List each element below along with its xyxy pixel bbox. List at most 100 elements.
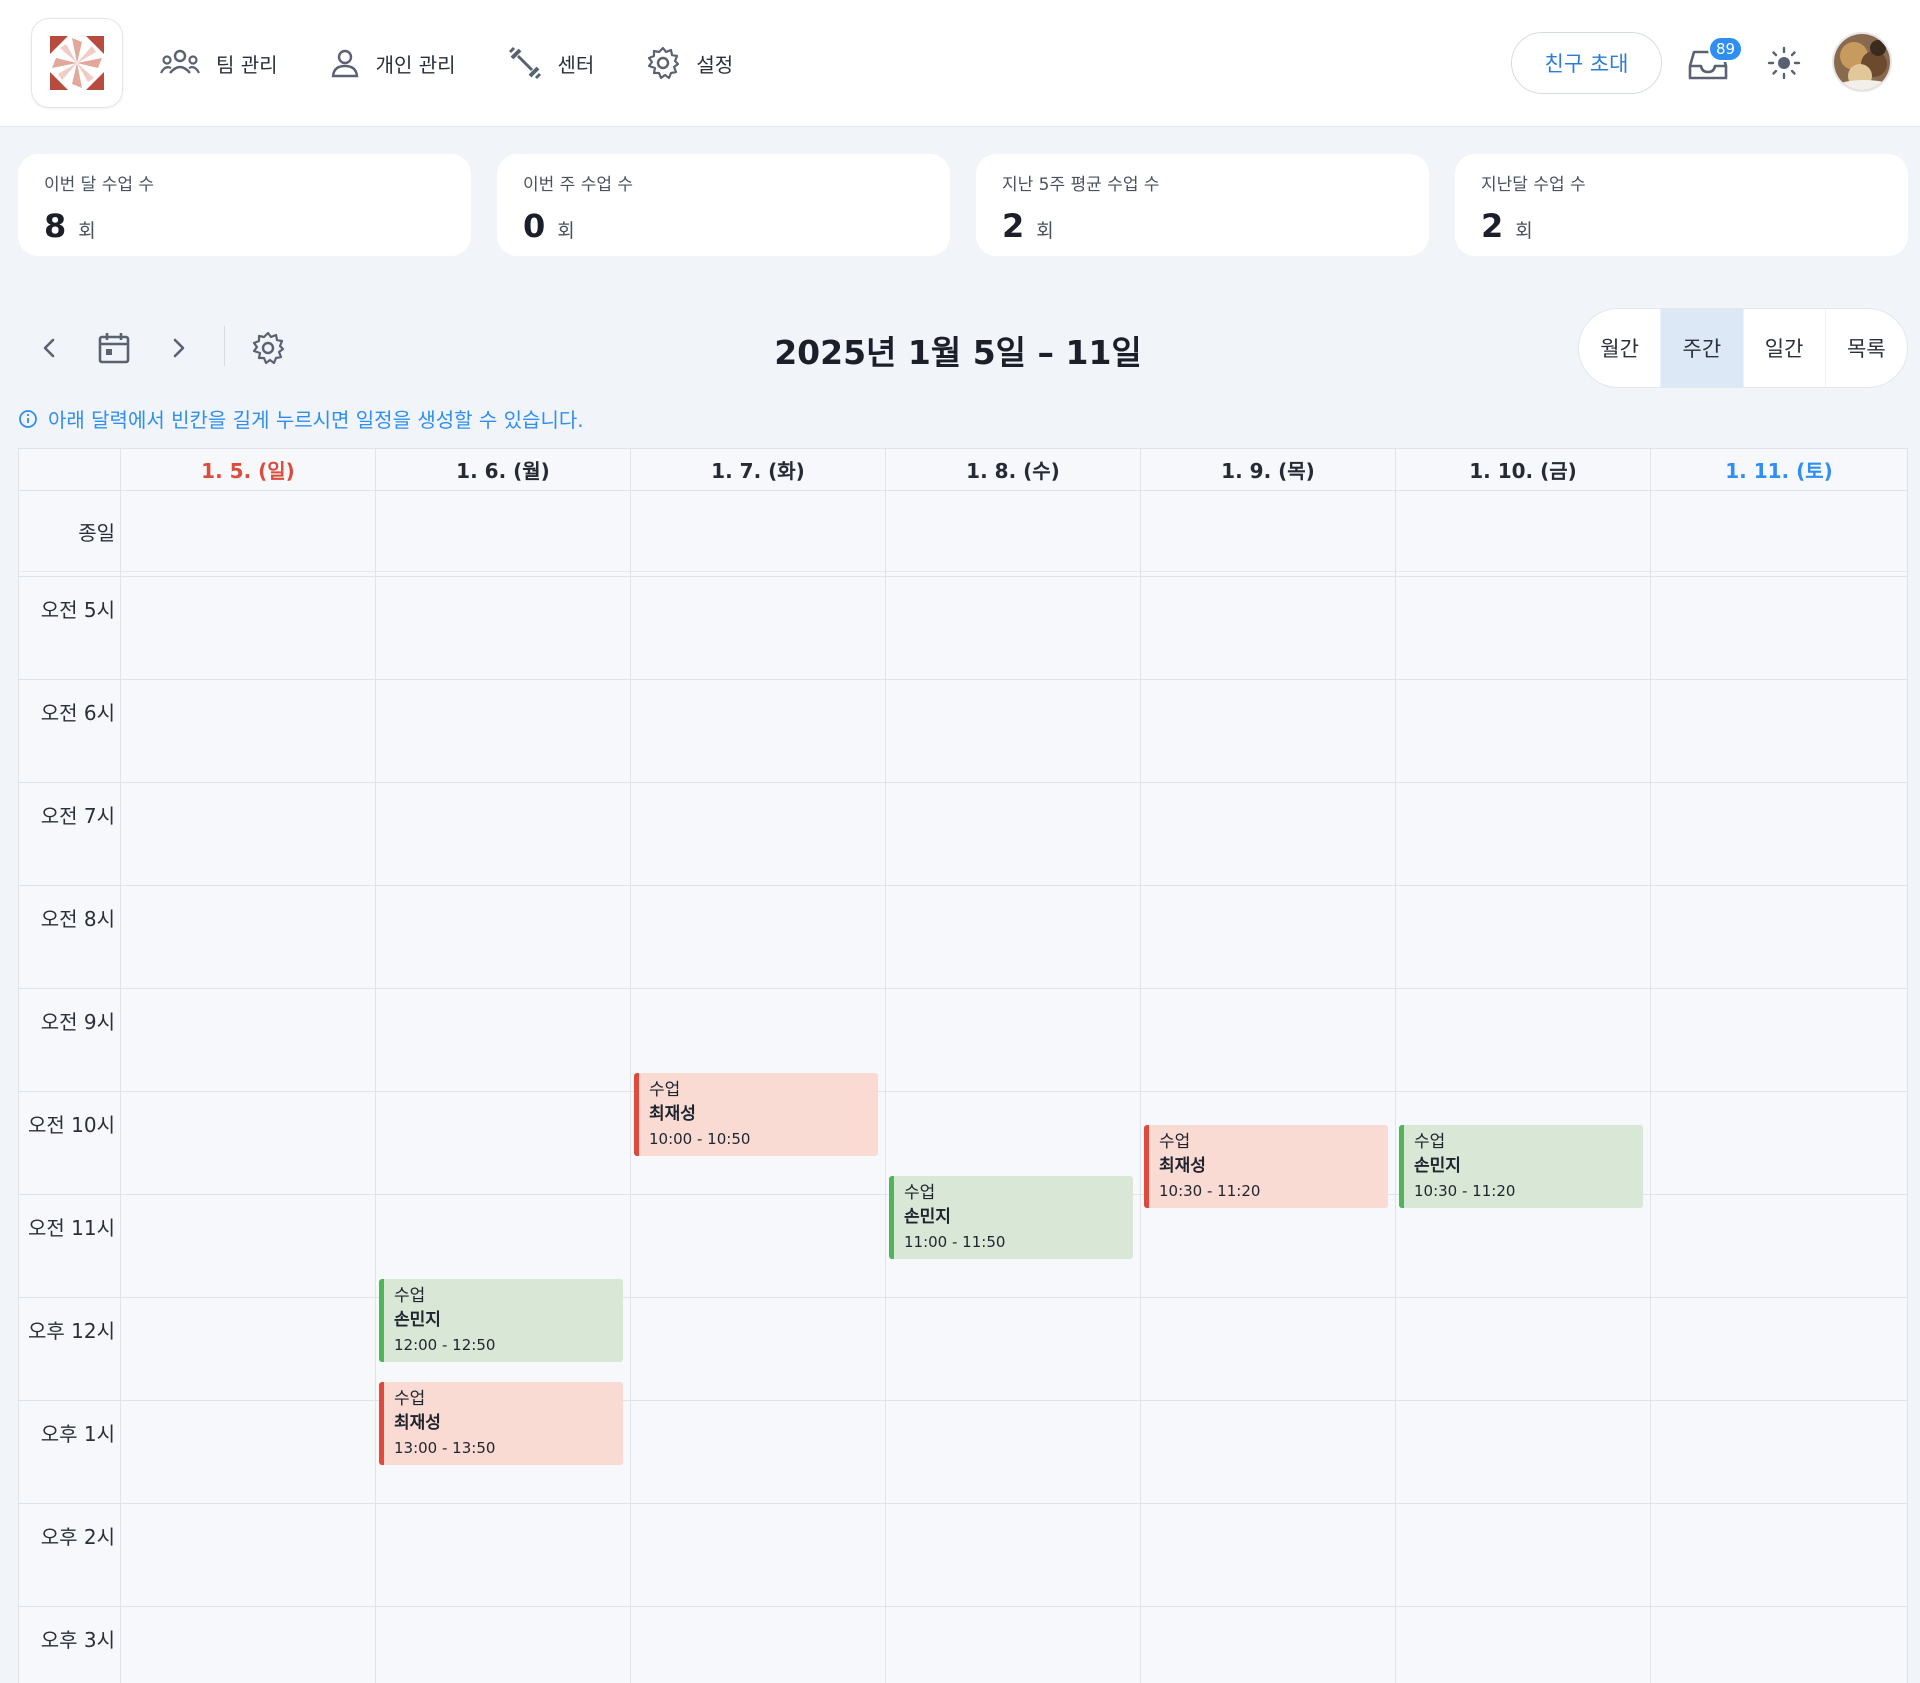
event-card[interactable]: 수업 최재성 10:30 - 11:20 [1144,1125,1388,1208]
grid-row-line [19,885,1907,886]
day-header-friday: 1. 10. (금) [1469,459,1577,483]
grid-row-line [19,1400,1907,1401]
team-icon [160,49,200,74]
grid-row-line [19,571,1907,572]
view-day-button[interactable]: 일간 [1744,309,1826,387]
stat-unit: 회 [1515,220,1533,242]
grid-column-line [375,449,376,1683]
info-icon [19,409,37,428]
grid-row-line [19,679,1907,680]
stat-unit: 회 [78,220,96,242]
user-avatar[interactable] [1832,32,1892,92]
nav-personal-management[interactable]: 개인 관리 [330,48,456,78]
grid-row-line [19,988,1907,989]
sun-icon [1767,46,1801,80]
event-time: 10:00 - 10:50 [649,1130,751,1148]
day-header-wednesday: 1. 8. (수) [966,459,1060,483]
event-member-name: 손민지 [1414,1156,1461,1176]
grid-row-line [19,490,1907,491]
grid-row-line [19,1503,1907,1504]
event-title: 수업 [649,1080,681,1100]
event-card[interactable]: 수업 손민지 10:30 - 11:20 [1399,1125,1643,1208]
hint-text: 아래 달력에서 빈칸을 길게 누르시면 일정을 생성할 수 있습니다. [48,408,584,432]
grid-column-line [1395,449,1396,1683]
event-member-name: 최재성 [394,1413,441,1433]
invite-friend-button[interactable]: 친구 초대 [1511,32,1662,94]
avatar-image [1834,34,1890,90]
event-card[interactable]: 수업 최재성 13:00 - 13:50 [379,1382,623,1465]
day-header-tuesday: 1. 7. (화) [711,459,805,483]
main-nav: 팀 관리 개인 관리 센터 설정 [160,40,785,86]
grid-column-line [1140,449,1141,1683]
stat-label: 이번 주 수업 수 [523,175,634,195]
app-logo[interactable] [31,18,123,108]
nav-center[interactable]: 센터 [508,46,594,80]
event-title: 수업 [1414,1132,1446,1152]
hour-label: 오후 1시 [40,1422,115,1446]
inbox-button[interactable]: 89 [1688,36,1744,82]
stat-label: 지난달 수업 수 [1481,175,1586,195]
hour-label: 오후 2시 [40,1525,115,1549]
week-calendar-grid[interactable]: 1. 5. (일) 1. 6. (월) 1. 7. (화) 1. 8. (수) … [18,448,1908,1683]
event-title: 수업 [394,1286,426,1306]
grid-row-line [19,1606,1907,1607]
hour-label: 오전 6시 [40,701,115,725]
event-member-name: 최재성 [1159,1156,1206,1176]
hour-label: 오전 7시 [40,804,115,828]
stat-value: 2 [1481,207,1504,245]
event-title: 수업 [394,1389,426,1409]
grid-row-line [19,782,1907,783]
day-header-saturday: 1. 11. (토) [1725,459,1833,483]
event-member-name: 최재성 [649,1104,696,1124]
stats-row: 이번 달 수업 수 8회 이번 주 수업 수 0회 지난 5주 평균 수업 수 … [18,154,1908,256]
grid-row-line [19,1091,1907,1092]
nav-label: 팀 관리 [216,52,278,77]
view-switcher: 월간 주간 일간 목록 [1578,308,1908,388]
event-time: 12:00 - 12:50 [394,1336,496,1354]
event-time: 13:00 - 13:50 [394,1439,496,1457]
view-list-button[interactable]: 목록 [1826,309,1907,387]
stat-label: 지난 5주 평균 수업 수 [1002,175,1160,195]
event-time: 10:30 - 11:20 [1414,1182,1516,1200]
dumbbell-icon [508,46,541,80]
grid-column-line [630,449,631,1683]
event-card[interactable]: 수업 손민지 11:00 - 11:50 [889,1176,1133,1259]
stat-label: 이번 달 수업 수 [44,175,155,195]
hint-message: 아래 달력에서 빈칸을 길게 누르시면 일정을 생성할 수 있습니다. [18,404,584,433]
event-title: 수업 [1159,1132,1191,1152]
stat-unit: 회 [557,220,575,242]
allday-row-label: 종일 [78,520,115,545]
grid-column-line [120,449,121,1683]
event-time: 11:00 - 11:50 [904,1233,1006,1251]
logo-pinwheel-icon [46,32,108,94]
nav-team-management[interactable]: 팀 관리 [160,49,278,78]
notification-badge: 89 [1708,36,1744,62]
event-card[interactable]: 수업 최재성 10:00 - 10:50 [634,1073,878,1156]
grid-row-line [19,576,1907,577]
event-member-name: 손민지 [394,1310,441,1330]
view-month-button[interactable]: 월간 [1579,309,1662,387]
hour-label: 오후 3시 [40,1628,115,1652]
theme-toggle-button[interactable] [1767,46,1801,80]
nav-label: 개인 관리 [375,52,456,77]
stat-card-last-month: 지난달 수업 수 2회 [1455,154,1908,256]
event-member-name: 손민지 [904,1207,951,1227]
person-icon [331,49,358,78]
gear-icon [648,46,680,80]
hour-label: 오전 8시 [40,907,115,931]
top-navigation-bar: 팀 관리 개인 관리 센터 설정 친구 초대 89 [0,0,1920,127]
day-header-monday: 1. 6. (월) [456,459,550,483]
stat-value: 0 [523,207,546,245]
hour-label: 오전 9시 [40,1010,115,1034]
event-time: 10:30 - 11:20 [1159,1182,1261,1200]
day-header-sunday: 1. 5. (일) [201,459,295,483]
hour-label: 오후 12시 [27,1319,115,1343]
view-week-button[interactable]: 주간 [1661,309,1744,387]
stat-card-this-week: 이번 주 수업 수 0회 [497,154,950,256]
grid-column-line [885,449,886,1683]
nav-settings[interactable]: 설정 [646,46,733,80]
event-title: 수업 [904,1183,936,1203]
hour-label: 오전 5시 [40,598,115,622]
nav-label: 설정 [696,52,734,77]
event-card[interactable]: 수업 손민지 12:00 - 12:50 [379,1279,623,1362]
